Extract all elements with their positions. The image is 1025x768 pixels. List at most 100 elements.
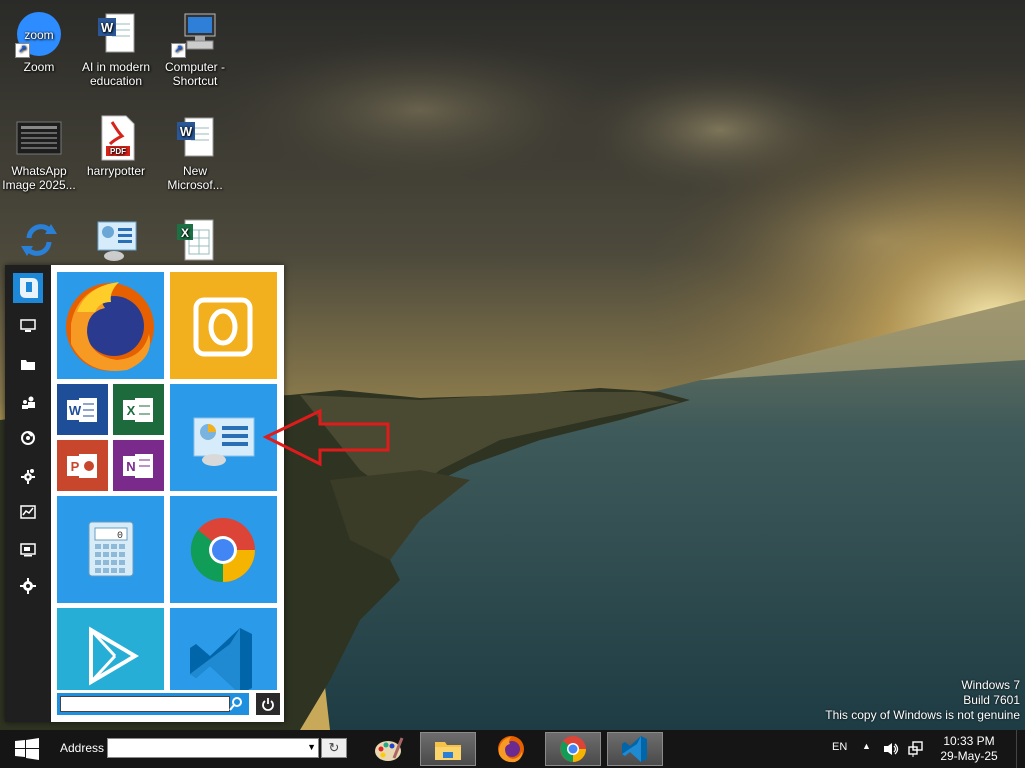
search-icon[interactable] [227,696,245,712]
word-document-icon: W [92,10,140,58]
paint-icon [375,737,404,761]
clock-date: 29-May-25 [940,749,998,763]
performance-icon[interactable] [13,497,43,527]
desktop-icon-ai-in-modern-education[interactable]: W AI in modern education [77,10,155,88]
language-indicator[interactable]: EN [832,741,847,753]
volume-icon[interactable] [882,741,900,760]
users-icon[interactable] [13,387,43,417]
svg-text:zoom: zoom [24,28,53,42]
vscode-icon [190,628,252,690]
tile-calculator[interactable]: 0 [57,496,164,603]
address-go-button[interactable]: ↻ [321,738,347,758]
taskbar: Address ▼ ↻ EN ▲ 10:33 PM 29-May-25 [0,730,1025,768]
tile-outlook[interactable] [170,272,277,379]
svg-text:W: W [69,403,82,418]
desktop-icon-zoom[interactable]: zoom ↗ Zoom [0,10,78,74]
excel-icon: X [123,398,153,422]
file-explorer-icon [435,742,461,760]
desktop-icon-label: New Microsof... [167,164,223,192]
pdf-icon: PDF [92,114,140,162]
tile-control-panel[interactable] [170,384,277,491]
tile-powerpoint[interactable]: P [57,440,108,491]
image-file-icon [15,114,63,162]
tile-vscode[interactable] [170,608,277,690]
svg-text:W: W [180,124,193,139]
desktop-icon-whatsapp-image[interactable]: WhatsApp Image 2025... [0,114,78,192]
annotation-arrow-icon [262,408,390,467]
taskbar-file-explorer[interactable] [420,732,476,766]
refresh-icon: ↻ [328,740,340,755]
vscode-icon [622,736,647,762]
tile-onenote[interactable]: N [113,440,164,491]
desktop-icon-label: AI in modern education [81,60,151,88]
start-search-bar [57,693,249,715]
powerpoint-icon: P [67,454,97,478]
watermark-line-3: This copy of Windows is not genuine [825,708,1020,722]
word-icon: W [67,398,97,422]
windows-watermark: Windows 7 Build 7601 This copy of Window… [825,678,1020,723]
folder-icon[interactable] [13,349,43,379]
power-button[interactable] [256,693,280,715]
settings-gear-icon[interactable] [13,461,43,491]
tile-word[interactable]: W [57,384,108,435]
svg-text:P: P [71,459,80,474]
svg-text:W: W [101,20,114,35]
start-menu: W X P N 0 [5,265,284,722]
display-icon[interactable] [13,535,43,565]
monitor-icon[interactable] [13,311,43,341]
desktop-icon-excel-document[interactable]: X [156,216,234,266]
word-document-icon: W [171,114,219,162]
desktop-icon-harrypotter[interactable]: PDF harrypotter [77,114,155,178]
sync-icon [15,216,63,264]
firefox-icon [66,282,154,371]
tile-firefox[interactable] [57,272,164,379]
svg-text:PDF: PDF [110,147,126,156]
watermark-line-2: Build 7601 [963,693,1020,707]
tile-play-store[interactable] [57,608,164,690]
network-status-icon[interactable] [907,740,925,761]
watermark-line-1: Windows 7 [961,678,1020,692]
tile-excel[interactable]: X [113,384,164,435]
address-input[interactable]: ▼ [107,738,319,758]
show-hidden-icons-icon[interactable]: ▲ [862,741,871,751]
network-icon[interactable] [13,423,43,453]
calculator-icon: 0 [88,521,134,577]
desktop-icon-computer-shortcut[interactable]: ↗ Computer - Shortcut [156,10,234,88]
start-search-input[interactable] [60,696,230,712]
taskbar-firefox[interactable] [483,732,539,766]
shortcut-arrow-icon: ↗ [171,43,186,58]
svg-text:0: 0 [117,531,123,542]
system-clock[interactable]: 10:33 PM 29-May-25 [936,734,1002,764]
taskbar-chrome[interactable] [545,732,601,766]
desktop-icon-sync[interactable] [0,216,78,266]
desktop-icon-new-microsoft[interactable]: W New Microsof... [156,114,234,192]
show-desktop-button[interactable] [1016,730,1025,768]
power-icon [262,698,274,711]
shortcut-arrow-icon: ↗ [15,43,30,58]
windows-logo-icon [15,738,39,760]
desktop-icon-label: harrypotter [86,164,146,178]
gear-icon[interactable] [13,571,43,601]
tile-chrome[interactable] [170,496,277,603]
clock-time: 10:33 PM [943,734,995,748]
chrome-icon [190,518,255,583]
play-store-icon [89,626,139,686]
control-panel-icon [92,216,140,264]
control-panel-icon [193,417,255,466]
firefox-icon [498,736,524,763]
start-rail [5,265,51,722]
address-label: Address [60,741,105,755]
excel-document-icon: X [171,216,219,264]
zoom-icon: zoom ↗ [15,10,63,58]
desktop-icon-control-panel[interactable] [77,216,155,266]
chrome-icon [560,736,586,762]
start-logo-icon[interactable] [13,273,43,303]
start-button[interactable] [14,738,40,760]
desktop-icon-label: Computer - Shortcut [164,60,226,88]
taskbar-paint[interactable] [360,732,416,766]
outlook-icon [193,297,253,357]
computer-icon: ↗ [171,10,219,58]
chevron-down-icon[interactable]: ▼ [307,742,316,752]
svg-text:X: X [181,226,189,240]
taskbar-vscode[interactable] [607,732,663,766]
